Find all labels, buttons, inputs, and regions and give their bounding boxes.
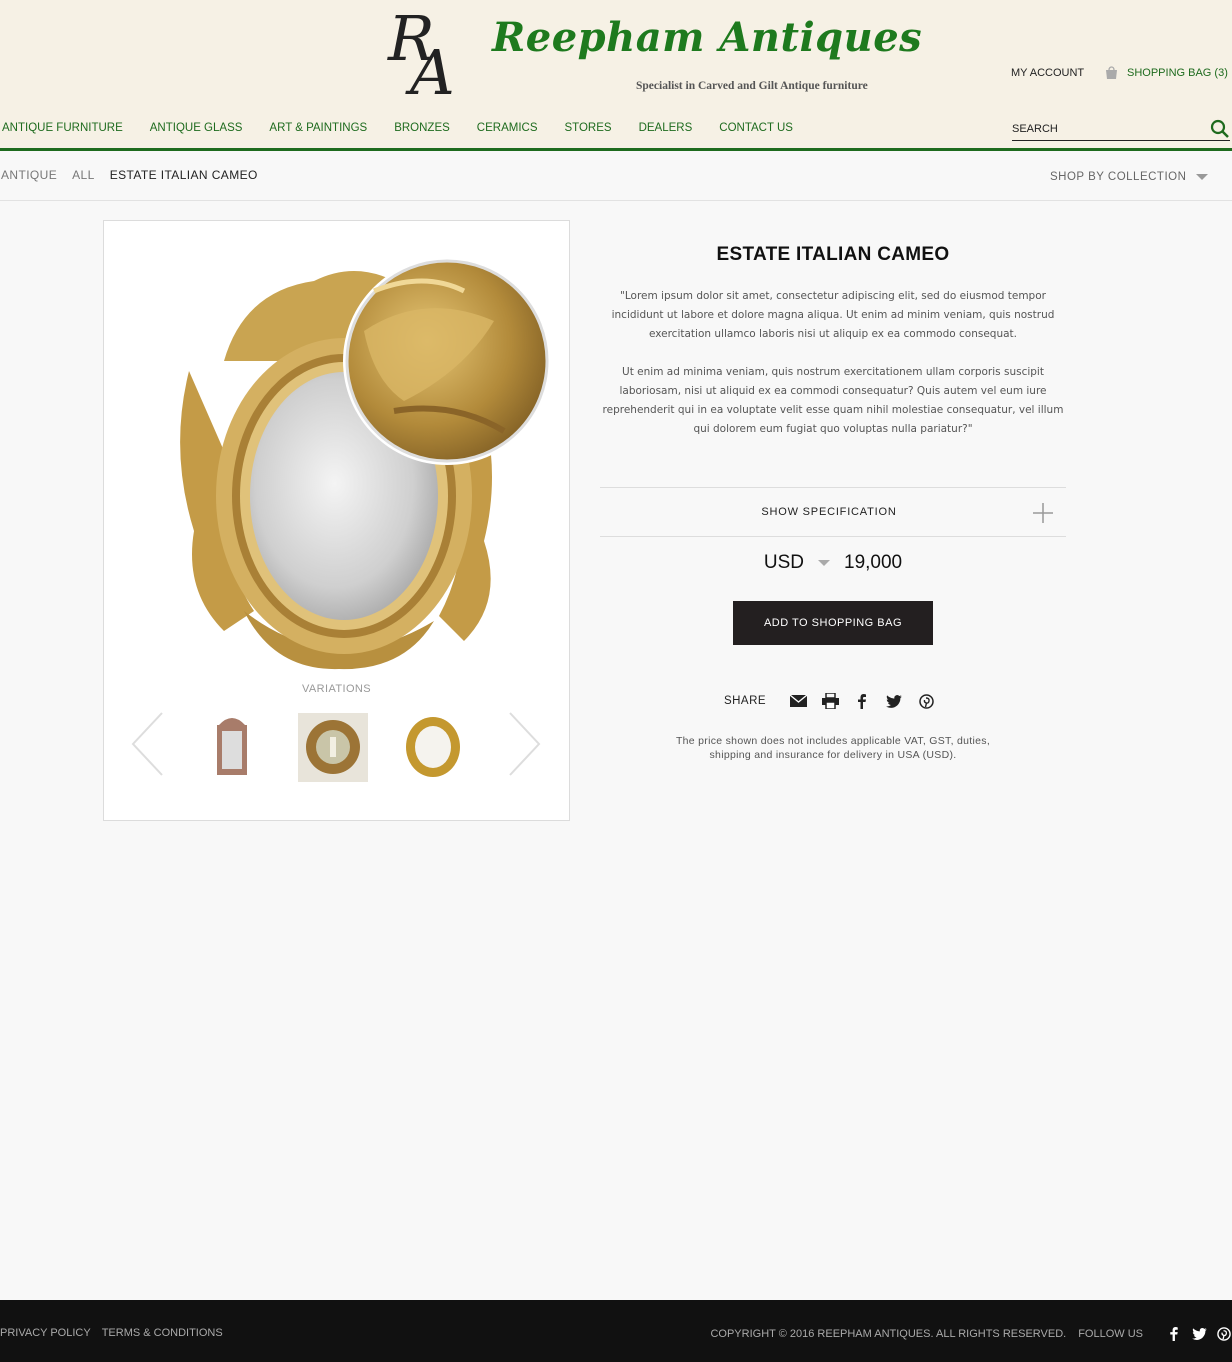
price-disclaimer-line-1: The price shown does not includes applic… bbox=[675, 735, 991, 747]
follow-us-label: FOLLOW US bbox=[1078, 1328, 1143, 1340]
breadcrumb: ANTIQUE ALL ESTATE ITALIAN CAMEO bbox=[1, 168, 273, 182]
show-specification-toggle[interactable]: SHOW SPECIFICATION bbox=[600, 487, 1066, 537]
description-paragraph-1: "Lorem ipsum dolor sit amet, consectetur… bbox=[611, 290, 1055, 340]
privacy-policy-link[interactable]: PRIVACY POLICY bbox=[0, 1327, 91, 1339]
breadcrumb-item-all[interactable]: ALL bbox=[72, 168, 95, 182]
terms-conditions-link[interactable]: TERMS & CONDITIONS bbox=[102, 1327, 223, 1339]
nav-item-dealers[interactable]: DEALERS bbox=[639, 122, 693, 134]
plus-icon bbox=[1033, 503, 1053, 523]
my-account-link[interactable]: MY ACCOUNT bbox=[1011, 67, 1084, 79]
chevron-left-icon[interactable] bbox=[130, 711, 170, 777]
site-header: RA Reepham Antiques Specialist in Carved… bbox=[0, 0, 1232, 151]
breadcrumb-item-antique[interactable]: ANTIQUE bbox=[1, 168, 57, 182]
nav-item-art-paintings[interactable]: ART & PAINTINGS bbox=[269, 122, 367, 134]
thumbnail-round-mirror[interactable] bbox=[298, 713, 368, 782]
email-icon[interactable] bbox=[789, 692, 807, 710]
brand-logo[interactable]: RA Reepham Antiques Specialist in Carved… bbox=[370, 2, 922, 114]
nav-item-stores[interactable]: STORES bbox=[565, 122, 612, 134]
thumbnail-oval-mirror[interactable] bbox=[398, 713, 468, 782]
currency-select[interactable]: USD bbox=[764, 552, 804, 574]
site-footer: PRIVACY POLICY TERMS & CONDITIONS COPYRI… bbox=[0, 1300, 1232, 1362]
product-description: "Lorem ipsum dolor sit amet, consectetur… bbox=[600, 287, 1066, 458]
product-image[interactable] bbox=[164, 251, 564, 671]
search-icon[interactable] bbox=[1210, 119, 1230, 139]
description-paragraph-2: Ut enim ad minima veniam, quis nostrum e… bbox=[602, 366, 1064, 435]
copyright-text: COPYRIGHT © 2016 REEPHAM ANTIQUES. ALL R… bbox=[710, 1328, 1067, 1340]
brand-name: Reepham Antiques bbox=[492, 14, 923, 61]
brand-tagline: Specialist in Carved and Gilt Antique fu… bbox=[636, 80, 868, 92]
price-disclaimer: The price shown does not includes applic… bbox=[600, 734, 1066, 762]
footer-facebook-icon[interactable] bbox=[1166, 1326, 1182, 1342]
print-icon[interactable] bbox=[821, 692, 839, 710]
facebook-icon[interactable] bbox=[853, 692, 871, 710]
chevron-right-icon[interactable] bbox=[502, 711, 542, 777]
product-gallery: VARIATIONS bbox=[103, 220, 570, 821]
shopping-bag-icon bbox=[1106, 66, 1117, 79]
share-row: SHARE bbox=[600, 692, 1066, 710]
nav-item-antique-glass[interactable]: ANTIQUE GLASS bbox=[150, 122, 243, 134]
shopping-bag-link[interactable]: SHOPPING BAG (3) bbox=[1104, 65, 1228, 80]
footer-twitter-icon[interactable] bbox=[1191, 1326, 1207, 1342]
price-row: USD 19,000 bbox=[600, 552, 1066, 574]
footer-links: PRIVACY POLICY TERMS & CONDITIONS bbox=[0, 1327, 234, 1339]
breadcrumb-bar: ANTIQUE ALL ESTATE ITALIAN CAMEO SHOP BY… bbox=[0, 151, 1232, 201]
twitter-icon[interactable] bbox=[885, 692, 903, 710]
breadcrumb-item-current: ESTATE ITALIAN CAMEO bbox=[109, 168, 258, 182]
footer-right: COPYRIGHT © 2016 REEPHAM ANTIQUES. ALL R… bbox=[710, 1326, 1232, 1342]
price-value: 19,000 bbox=[844, 552, 903, 573]
nav-item-contact-us[interactable]: CONTACT US bbox=[719, 122, 793, 134]
search-box bbox=[1012, 119, 1230, 141]
shopping-bag-label: SHOPPING BAG (3) bbox=[1127, 66, 1228, 79]
logo-monogram: RA bbox=[388, 2, 455, 109]
thumbnail-rectangular-mirror[interactable] bbox=[197, 713, 267, 782]
pinterest-icon[interactable] bbox=[917, 692, 935, 710]
footer-pinterest-icon[interactable] bbox=[1216, 1326, 1232, 1342]
chevron-down-icon bbox=[1196, 174, 1209, 180]
shop-by-collection-label: SHOP BY COLLECTION bbox=[1050, 171, 1187, 183]
main-nav: ANTIQUE FURNITURE ANTIQUE GLASS ART & PA… bbox=[2, 122, 820, 134]
add-to-bag-button[interactable]: ADD TO SHOPPING BAG bbox=[733, 601, 933, 645]
nav-item-antique-furniture[interactable]: ANTIQUE FURNITURE bbox=[2, 122, 123, 134]
search-input[interactable] bbox=[1012, 119, 1192, 139]
currency-chevron-down-icon[interactable] bbox=[818, 560, 830, 566]
variations-label: VARIATIONS bbox=[302, 683, 371, 695]
nav-item-ceramics[interactable]: CERAMICS bbox=[477, 122, 538, 134]
show-specification-label: SHOW SPECIFICATION bbox=[761, 506, 897, 518]
share-label: SHARE bbox=[723, 695, 767, 707]
shop-by-collection-dropdown[interactable]: SHOP BY COLLECTION bbox=[1050, 171, 1209, 183]
nav-item-bronzes[interactable]: BRONZES bbox=[394, 122, 450, 134]
price-disclaimer-line-2: shipping and insurance for delivery in U… bbox=[709, 749, 957, 761]
product-title: ESTATE ITALIAN CAMEO bbox=[716, 244, 950, 265]
